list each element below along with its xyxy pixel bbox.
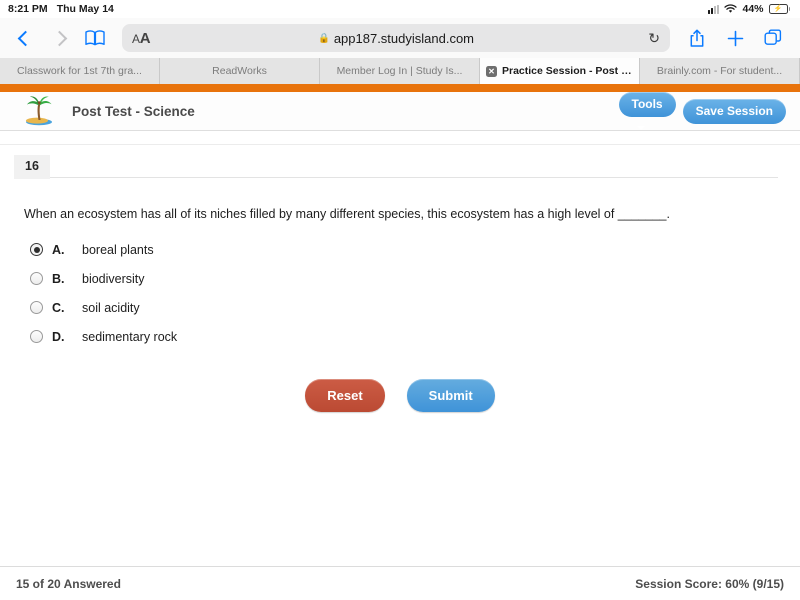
bookmarks-icon[interactable] (78, 23, 112, 53)
action-buttons: Reset Submit (0, 351, 800, 413)
wifi-icon (724, 4, 738, 13)
share-icon[interactable] (680, 23, 714, 53)
tools-button[interactable]: Tools (618, 92, 676, 117)
url-text: app187.studyisland.com (333, 30, 475, 46)
tab-label: Classwork for 1st 7th gra... (17, 65, 142, 77)
radio-button[interactable] (30, 243, 43, 257)
palm-tree-island-logo (18, 95, 58, 127)
scrolled-content-sliver (0, 131, 800, 145)
option-letter: A. (52, 242, 65, 257)
tab-label: ReadWorks (212, 65, 267, 77)
option-label: soil acidity (82, 300, 140, 315)
chevron-down-icon (636, 126, 645, 130)
save-session-button[interactable]: Save Session (682, 98, 786, 124)
option-label: boreal plants (82, 242, 154, 257)
radio-button[interactable] (30, 301, 43, 315)
tabs-overview-button[interactable] (756, 23, 790, 53)
session-footer: 15 of 20 Answered Session Score: 60% (9/… (0, 566, 800, 600)
submit-button[interactable]: Submit (406, 379, 495, 413)
option-label: sedimentary rock (82, 329, 178, 344)
battery-percent-label: 44% (742, 3, 764, 15)
close-icon[interactable]: ✕ (486, 65, 497, 77)
browser-tab-3[interactable]: Member Log In | Study Is... (320, 58, 480, 84)
cellular-signal-icon (708, 4, 720, 14)
radio-button[interactable] (30, 272, 43, 286)
lock-icon: 🔒 (317, 32, 330, 44)
answer-option-d[interactable]: D. sedimentary rock (30, 322, 776, 351)
battery-charging-icon: ⚡ (768, 4, 790, 14)
tab-strip: Classwork for 1st 7th gra... ReadWorks M… (0, 58, 800, 84)
browser-tab-1[interactable]: Classwork for 1st 7th gra... (0, 58, 160, 84)
new-tab-button[interactable] (718, 23, 752, 53)
radio-button[interactable] (30, 330, 43, 344)
answer-option-b[interactable]: B. biodiversity (30, 264, 776, 293)
forward-button[interactable] (44, 23, 74, 53)
answered-count: 15 of 20 Answered (16, 576, 121, 591)
page-title: Post Test - Science (72, 103, 195, 119)
question-number-row: 16 (0, 145, 800, 179)
browser-tab-2[interactable]: ReadWorks (160, 58, 320, 84)
tab-label: Practice Session - Post T... (502, 65, 633, 77)
tab-label: Member Log In | Study Is... (336, 65, 463, 77)
reload-icon[interactable]: ↻ (648, 30, 660, 47)
app-header: Post Test - Science Tools Save Session (0, 92, 800, 131)
answer-choices: A. boreal plants B. biodiversity C. soil… (0, 223, 800, 351)
safari-browser-window: 8:21 PM Thu May 14 44% ⚡ AA 🔒 app187.stu… (0, 0, 800, 600)
safari-toolbar: AA 🔒 app187.studyisland.com ↻ (0, 18, 800, 58)
tab-label: Brainly.com - For student... (656, 65, 783, 77)
status-time: 8:21 PM (8, 3, 48, 15)
browser-tab-4-active[interactable]: ✕ Practice Session - Post T... (480, 58, 640, 84)
address-bar[interactable]: AA 🔒 app187.studyisland.com ↻ (122, 24, 670, 52)
answer-option-a[interactable]: A. boreal plants (30, 235, 776, 264)
brand-accent-bar (0, 84, 800, 92)
option-letter: B. (52, 271, 65, 286)
divider (49, 176, 778, 178)
option-letter: D. (52, 329, 65, 344)
ios-status-bar: 8:21 PM Thu May 14 44% ⚡ (0, 0, 800, 18)
answer-option-c[interactable]: C. soil acidity (30, 293, 776, 322)
reset-button[interactable]: Reset (305, 379, 385, 413)
option-label: biodiversity (82, 271, 145, 286)
status-date: Thu May 14 (56, 3, 114, 15)
session-score: Session Score: 60% (9/15) (635, 576, 784, 591)
question-panel: 16 When an ecosystem has all of its nich… (0, 145, 800, 566)
question-number-badge: 16 (14, 155, 50, 179)
option-letter: C. (52, 300, 65, 315)
question-text: When an ecosystem has all of its niches … (24, 206, 670, 221)
browser-tab-5[interactable]: Brainly.com - For student... (640, 58, 800, 84)
text-size-button[interactable]: AA (132, 30, 151, 47)
back-button[interactable] (10, 23, 40, 53)
